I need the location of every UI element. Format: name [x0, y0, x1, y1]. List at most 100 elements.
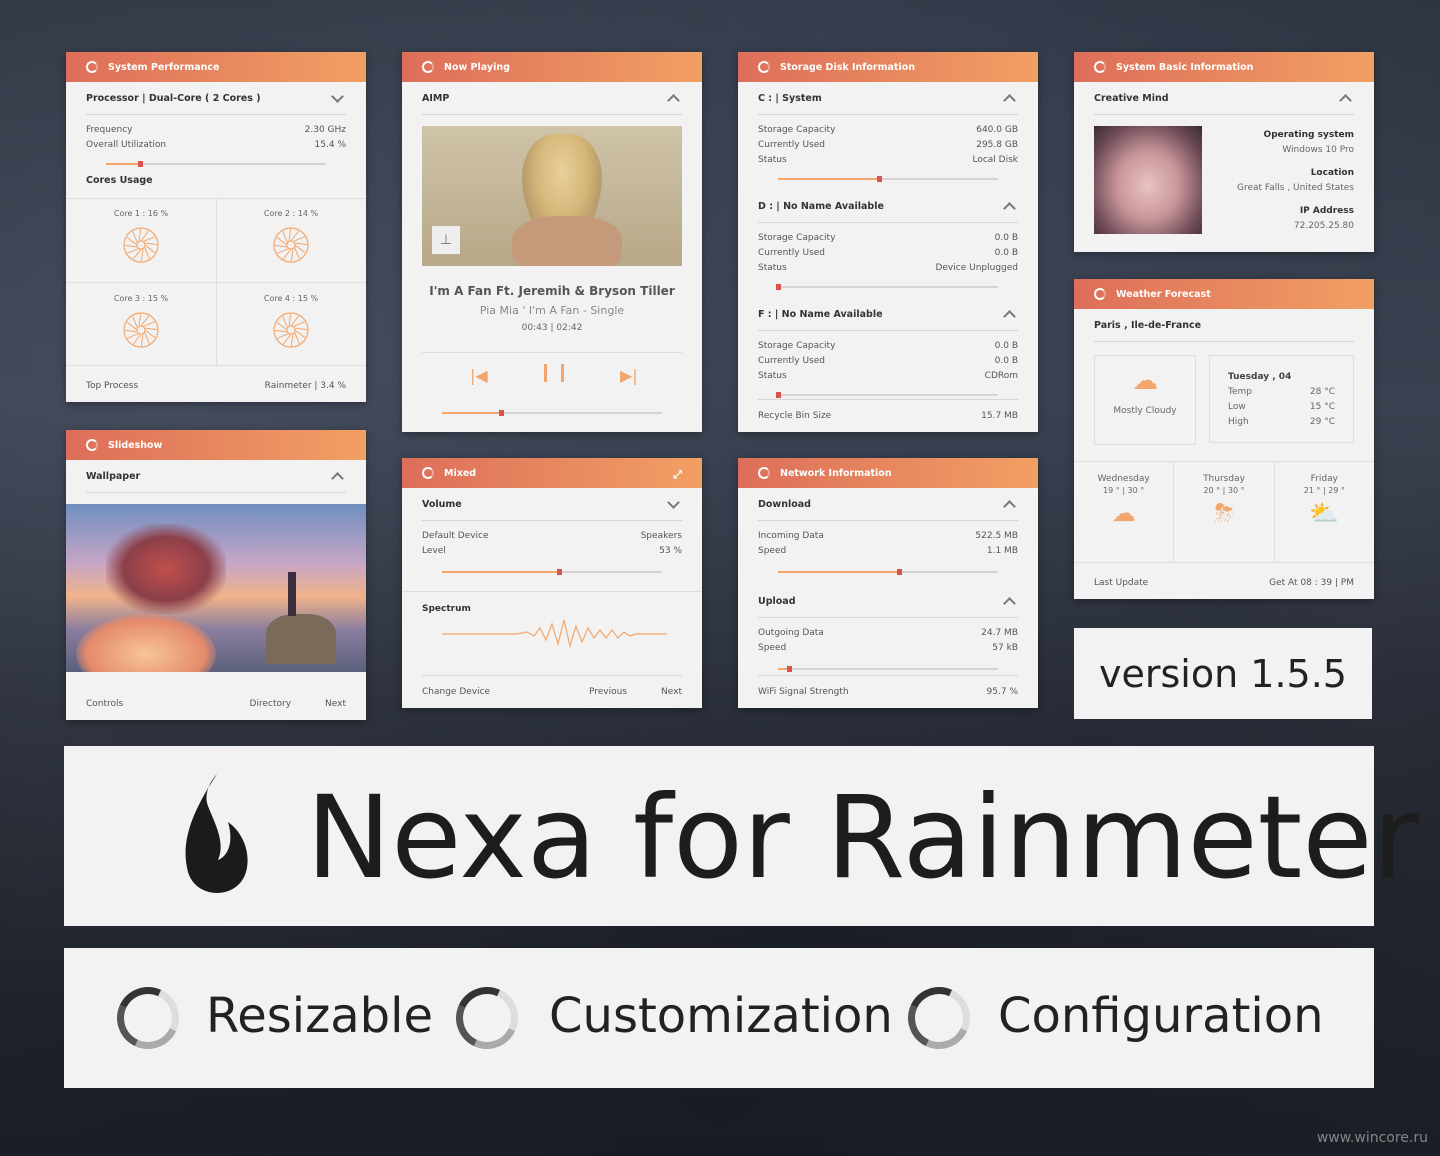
- city-label: Paris , Ile-de-France: [1094, 319, 1202, 331]
- loader-icon: [86, 61, 98, 73]
- os-value: Windows 10 Pro: [1282, 145, 1354, 155]
- version-box: version 1.5.5: [1074, 628, 1372, 719]
- core-4: Core 4 : 15 %: [216, 294, 366, 349]
- chevron-up-icon[interactable]: [1339, 93, 1352, 107]
- level-label: Level: [422, 546, 446, 556]
- user-section[interactable]: Creative Mind: [1094, 82, 1354, 115]
- directory-button[interactable]: Directory: [250, 699, 291, 709]
- player-section[interactable]: AIMP: [422, 82, 682, 115]
- volume-slider[interactable]: [442, 569, 662, 575]
- level-value: 53 %: [659, 546, 682, 556]
- incoming-label: Incoming Data: [758, 531, 824, 541]
- low-value: 15 °C: [1309, 402, 1335, 412]
- drive-header[interactable]: F : | No Name Available: [758, 298, 1018, 331]
- spectrum-label: Spectrum: [422, 604, 471, 614]
- used-value: 0.0 B: [994, 356, 1018, 366]
- wifi-label: WiFi Signal Strength: [758, 687, 849, 697]
- top-process-label: Top Process: [86, 381, 139, 391]
- download-section[interactable]: Download: [758, 488, 1018, 521]
- player-name: AIMP: [422, 92, 450, 104]
- drive-header[interactable]: C : | System: [758, 82, 1018, 115]
- speed-label: Speed: [758, 643, 787, 653]
- chevron-up-icon[interactable]: [1003, 499, 1016, 513]
- chevron-up-icon[interactable]: [1003, 596, 1016, 610]
- util-value: 15.4 %: [314, 140, 346, 150]
- widget-header: Network Information: [738, 458, 1038, 488]
- track-progress-bar[interactable]: [442, 410, 662, 416]
- volume-section[interactable]: Volume: [422, 488, 682, 521]
- chevron-down-icon[interactable]: [331, 89, 344, 103]
- used-label: Currently Used: [758, 248, 826, 258]
- status-label: Status: [758, 263, 787, 273]
- download-bar: [778, 569, 998, 575]
- outgoing-label: Outgoing Data: [758, 628, 824, 638]
- status-value: CDRom: [984, 371, 1018, 381]
- previous-button[interactable]: Previous: [589, 687, 627, 697]
- download-label: Download: [758, 498, 811, 510]
- incoming-value: 522.5 MB: [975, 531, 1018, 541]
- chevron-down-icon[interactable]: [667, 495, 680, 509]
- wallpaper-image[interactable]: [66, 504, 366, 672]
- core-2: Core 2 : 14 %: [216, 209, 366, 264]
- used-value: 0.0 B: [994, 248, 1018, 258]
- next-button[interactable]: Next: [325, 699, 346, 709]
- upload-section[interactable]: Upload: [758, 585, 1018, 618]
- status-label: Status: [758, 371, 787, 381]
- freq-label: Frequency: [86, 125, 133, 135]
- capacity-value: 0.0 B: [994, 233, 1018, 243]
- widget-header: System Performance: [66, 52, 366, 82]
- current-weather-box: ☁ Mostly Cloudy: [1094, 355, 1196, 445]
- features-band: Resizable Customization Configuration: [64, 948, 1374, 1088]
- util-label: Overall Utilization: [86, 140, 167, 150]
- widget-title: Slideshow: [108, 439, 163, 451]
- location-section[interactable]: Paris , Ile-de-France: [1094, 309, 1354, 342]
- change-device-button[interactable]: Change Device: [422, 687, 490, 697]
- ring-icon: [447, 978, 527, 1058]
- chevron-up-icon[interactable]: [1003, 309, 1016, 323]
- chevron-up-icon[interactable]: [331, 471, 344, 485]
- weather-widget: Weather Forecast Paris , Ile-de-France ☁…: [1074, 279, 1374, 599]
- device-value: Speakers: [640, 531, 682, 541]
- widget-title: System Performance: [108, 61, 220, 73]
- wallpaper-section[interactable]: Wallpaper: [86, 460, 346, 493]
- loader-icon: [1094, 288, 1106, 300]
- chevron-up-icon[interactable]: [1003, 93, 1016, 107]
- temp-value: 28 °C: [1309, 387, 1335, 397]
- capacity-label: Storage Capacity: [758, 125, 836, 135]
- song-artist: Pia Mia ' I'm A Fan - Single: [479, 304, 625, 317]
- ip-value: 72.205.25.80: [1293, 221, 1354, 231]
- capacity-value: 0.0 B: [994, 341, 1018, 351]
- controls-label[interactable]: Controls: [86, 699, 123, 709]
- processor-section[interactable]: Processor | Dual-Core ( 2 Cores ): [86, 82, 346, 115]
- title-banner: Nexa for Rainmeter: [64, 746, 1419, 926]
- upload-label: Upload: [758, 595, 796, 607]
- recycle-bin-value: 15.7 MB: [981, 411, 1018, 421]
- watermark: www.wincore.ru: [1316, 1130, 1428, 1146]
- drive-header[interactable]: D : | No Name Available: [758, 190, 1018, 223]
- capacity-value: 640.0 GB: [976, 125, 1018, 135]
- expand-icon[interactable]: ⤢: [673, 468, 682, 482]
- core-wheel-icon: [122, 311, 160, 349]
- cloud-icon: ☁: [1111, 499, 1136, 527]
- partly-sunny-icon: ⛅: [1309, 499, 1340, 527]
- chevron-up-icon[interactable]: [667, 93, 680, 107]
- pause-icon[interactable]: [544, 364, 564, 382]
- speed-label: Speed: [758, 546, 787, 556]
- next-track-icon[interactable]: ▶|: [620, 366, 638, 385]
- wallpaper-label: Wallpaper: [86, 470, 141, 482]
- ring-icon: [108, 978, 188, 1058]
- status-value: Device Unplugged: [935, 263, 1018, 273]
- storm-icon: ⛈: [1214, 499, 1234, 527]
- outgoing-value: 24.7 MB: [981, 628, 1018, 638]
- feature-customization: Customization: [549, 988, 893, 1044]
- capacity-label: Storage Capacity: [758, 341, 836, 351]
- loader-icon: [758, 467, 770, 479]
- chevron-up-icon[interactable]: [1003, 201, 1016, 215]
- drive-block: C : | System Storage Capacity 640.0 GB Cu…: [738, 82, 1038, 182]
- drive-name: C : | System: [758, 92, 822, 104]
- widget-title: Network Information: [780, 467, 892, 479]
- pin-icon[interactable]: ⊥: [432, 226, 460, 254]
- widget-header: Storage Disk Information: [738, 52, 1038, 82]
- next-button[interactable]: Next: [661, 687, 682, 697]
- previous-track-icon[interactable]: |◀: [470, 366, 488, 385]
